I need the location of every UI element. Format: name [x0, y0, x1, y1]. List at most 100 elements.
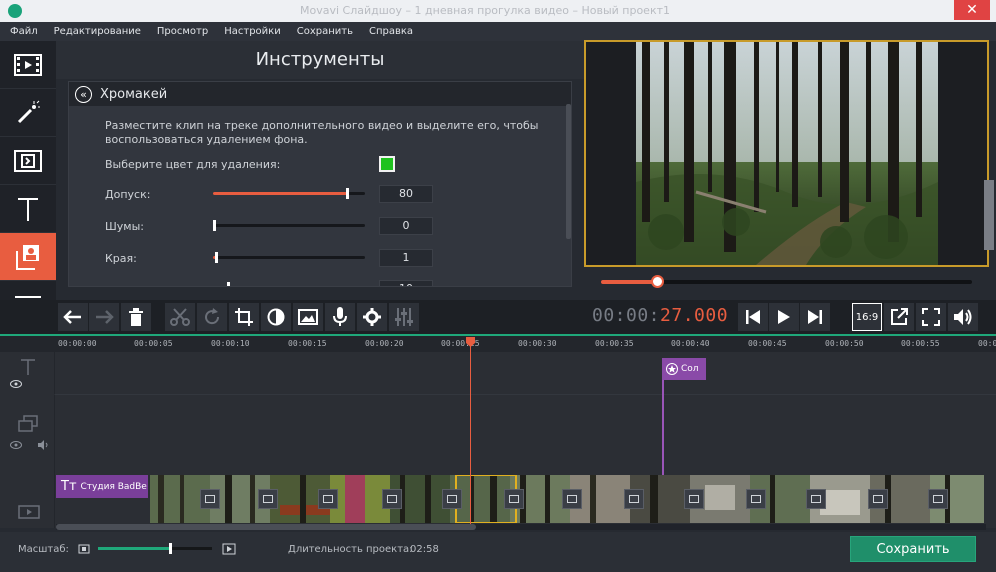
title-clip[interactable]: Tт Студия BadBe [56, 475, 148, 498]
detach-preview-button[interactable] [884, 303, 914, 331]
edges-slider-handle[interactable] [215, 252, 219, 263]
fullscreen-button[interactable] [916, 303, 946, 331]
edges-slider[interactable] [213, 252, 365, 263]
zoom-out-icon[interactable] [78, 544, 90, 554]
transition-marker[interactable] [868, 489, 888, 509]
speaker-icon[interactable] [38, 440, 50, 450]
eye-icon[interactable] [10, 380, 22, 388]
rotate-button[interactable] [197, 303, 227, 331]
record-voice-button[interactable] [325, 303, 355, 331]
crop-button[interactable] [229, 303, 259, 331]
play-icon [778, 310, 790, 324]
transition-marker[interactable] [200, 489, 220, 509]
duration-value: 02:58 [410, 544, 439, 555]
delete-button[interactable] [121, 303, 151, 331]
volume-button[interactable] [948, 303, 978, 331]
app-window: Movavi Слайдшоу – 1 дневная прогулка вид… [0, 0, 996, 572]
menu-edit[interactable]: Редактирование [54, 26, 141, 37]
transition-marker[interactable] [442, 489, 462, 509]
ruler-tick: 00:00:15 [288, 339, 327, 348]
save-button[interactable]: Сохранить [850, 536, 976, 562]
extra-slider-handle[interactable] [227, 282, 231, 286]
noise-slider[interactable] [213, 220, 365, 231]
tool-filters-button[interactable] [0, 89, 56, 137]
overlay-track-icon [18, 415, 38, 432]
video-preview[interactable] [584, 40, 989, 267]
transition-marker[interactable] [318, 489, 338, 509]
title-track-header [0, 352, 55, 394]
transition-marker[interactable] [684, 489, 704, 509]
tool-import-media-button[interactable] [0, 41, 56, 89]
image-button[interactable] [293, 303, 323, 331]
gear-icon [363, 308, 381, 326]
color-adjust-button[interactable] [261, 303, 291, 331]
timeline-scrollbar-thumb[interactable] [56, 524, 476, 530]
tool-titles-button[interactable] [0, 185, 56, 233]
menu-help[interactable]: Справка [369, 26, 413, 37]
transition-marker[interactable] [624, 489, 644, 509]
noise-slider-handle[interactable] [213, 220, 216, 231]
contrast-icon [267, 308, 285, 326]
extra-slider[interactable] [227, 282, 231, 286]
redo-button[interactable] [89, 303, 119, 331]
eye-icon[interactable] [10, 441, 22, 449]
ruler-tick: 00:00:00 [58, 339, 97, 348]
menu-view[interactable]: Просмотр [157, 26, 208, 37]
next-frame-button[interactable] [800, 303, 830, 331]
extra-value-input[interactable]: 10 [379, 280, 433, 286]
chroma-key-description: Разместите клип на треке дополнительного… [105, 119, 539, 146]
speaker-icon [954, 309, 972, 325]
tool-chroma-key-button[interactable] [0, 233, 56, 281]
ruler-tick: 00:01 [978, 339, 996, 348]
transition-marker[interactable] [806, 489, 826, 509]
tolerance-slider[interactable] [213, 188, 365, 199]
right-scrollbar[interactable] [984, 180, 994, 250]
zoom-slider-handle[interactable] [168, 543, 172, 554]
magic-wand-icon [17, 100, 40, 123]
cut-button[interactable] [165, 303, 195, 331]
noise-value-input[interactable]: 0 [379, 217, 433, 235]
transition-marker[interactable] [562, 489, 582, 509]
close-window-button[interactable]: ✕ [954, 0, 990, 20]
transition-marker[interactable] [928, 489, 948, 509]
timeline-ruler[interactable]: 00:00:00 00:00:05 00:00:10 00:00:15 00:0… [0, 334, 996, 352]
tool-transitions-button[interactable] [0, 137, 56, 185]
timeline-scrollbar[interactable] [56, 524, 986, 530]
tolerance-value-input[interactable]: 80 [379, 185, 433, 203]
zoom-in-icon[interactable] [222, 543, 236, 555]
menu-file[interactable]: Файл [10, 26, 38, 37]
edges-value-input[interactable]: 1 [379, 249, 433, 267]
playhead-line[interactable] [470, 338, 471, 524]
equalizer-icon [395, 308, 413, 326]
tolerance-slider-handle[interactable] [345, 188, 349, 199]
menu-save[interactable]: Сохранить [297, 26, 353, 37]
transition-marker[interactable] [504, 489, 524, 509]
zoom-slider[interactable] [98, 543, 212, 554]
play-button[interactable] [769, 303, 799, 331]
equalizer-button[interactable] [389, 303, 419, 331]
video-filmstrip[interactable] [150, 475, 984, 523]
crop-icon [235, 308, 253, 326]
transitions-icon [14, 149, 42, 172]
aspect-ratio-button[interactable]: 16:9 [852, 303, 882, 331]
clip-settings-button[interactable] [357, 303, 387, 331]
back-icon[interactable]: « [75, 85, 92, 103]
transition-marker[interactable] [382, 489, 402, 509]
microphone-icon [333, 307, 347, 326]
playback-progress-fill [601, 280, 657, 284]
menu-settings[interactable]: Настройки [224, 26, 280, 37]
transition-marker[interactable] [746, 489, 766, 509]
color-picker-swatch[interactable] [379, 156, 395, 172]
previous-frame-button[interactable] [738, 303, 768, 331]
ruler-tick: 00:00:40 [671, 339, 710, 348]
sticker-clip[interactable]: Сол [662, 358, 706, 380]
tools-panel-scrollbar[interactable] [566, 104, 571, 239]
menu-bar: Файл Редактирование Просмотр Настройки С… [0, 22, 996, 41]
undo-button[interactable] [58, 303, 88, 331]
timecode-display: 00:00:27.000 [592, 305, 728, 326]
sticker-clip-label: Сол [681, 364, 699, 374]
playback-progress-bar[interactable] [601, 275, 972, 288]
transition-marker[interactable] [258, 489, 278, 509]
playback-progress-handle[interactable] [650, 275, 664, 288]
color-select-label: Выберите цвет для удаления: [105, 158, 281, 171]
